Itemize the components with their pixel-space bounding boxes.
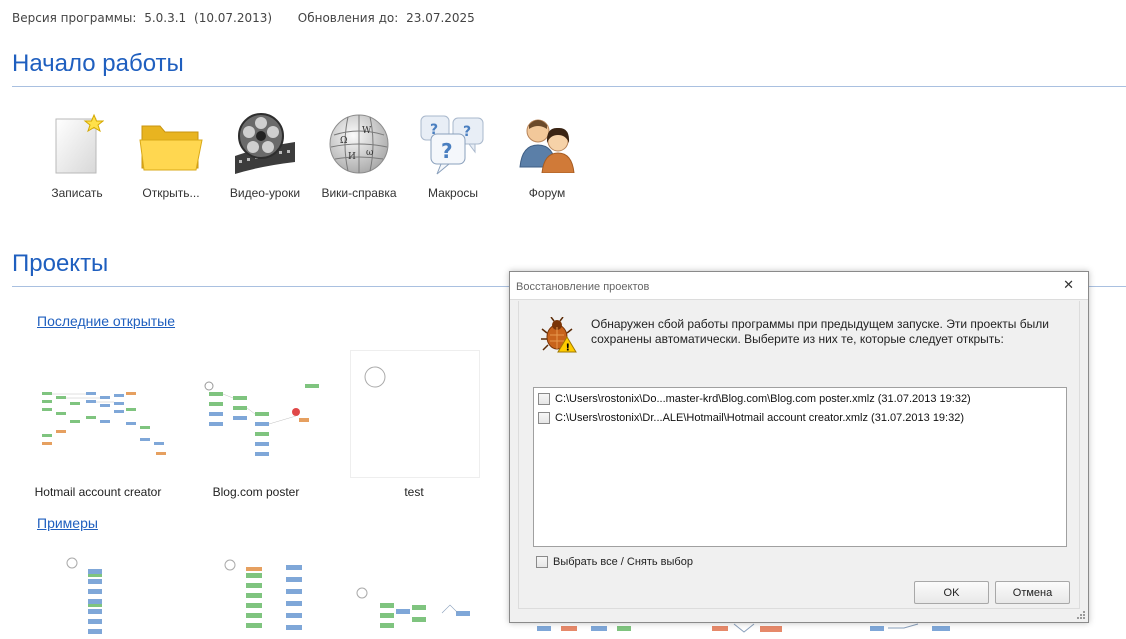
project-diagram-preview [224, 559, 302, 630]
updates-label: Обновления до: [297, 11, 399, 25]
wiki-help-label: Вики-справка [321, 186, 397, 200]
version-label: Версия программы: [12, 11, 137, 25]
svg-text:?: ? [463, 124, 471, 140]
forum-label: Форум [528, 186, 566, 200]
macros-label: Макросы [427, 186, 479, 200]
project-diagram-preview [356, 587, 470, 628]
start-section-title: Начало работы [12, 50, 184, 77]
forum-action[interactable]: Форум [500, 108, 594, 200]
recent-label-blog: Blog.com poster [212, 485, 300, 499]
file-label: C:\Users\rostonix\Do...master-krd\Blog.c… [555, 392, 971, 405]
example-thumb-6[interactable] [868, 622, 1008, 639]
dialog-titlebar[interactable]: Восстановление проектов ✕ [510, 272, 1088, 300]
close-icon[interactable]: ✕ [1063, 279, 1074, 292]
file-checkbox[interactable] [538, 411, 550, 424]
users-icon [519, 119, 575, 173]
project-diagram-preview [712, 623, 782, 633]
question-bubbles-icon: ??? [420, 115, 484, 175]
project-diagram-preview [537, 626, 631, 631]
recovered-file-item[interactable]: C:\Users\rostonix\Dr...ALE\Hotmail\Hotma… [538, 409, 1066, 426]
macros-action[interactable]: ??? Макросы [406, 108, 500, 200]
recent-label-test: test [404, 485, 424, 499]
svg-text:ω: ω [366, 148, 373, 158]
svg-text:W: W [362, 126, 372, 136]
select-all-checkbox[interactable] [536, 556, 548, 568]
dialog-title: Восстановление проектов [516, 281, 650, 293]
updates-value: 23.07.2025 [406, 11, 475, 25]
recent-projects-link[interactable]: Последние открытые [37, 313, 175, 329]
recent-thumb-test[interactable] [350, 350, 480, 478]
video-lessons-label: Видео-уроки [229, 186, 301, 200]
project-diagram-preview [42, 392, 166, 455]
ok-button[interactable]: OK [914, 581, 989, 604]
recovered-files-list: C:\Users\rostonix\Do...master-krd\Blog.c… [533, 387, 1067, 547]
svg-text:!: ! [566, 343, 571, 354]
open-action[interactable]: Открыть... [124, 108, 218, 200]
wiki-help-action[interactable]: Ω WωИ Вики-справка [312, 108, 406, 200]
wikipedia-globe-icon: Ω WωИ [329, 114, 389, 174]
version-date: (10.07.2013) [194, 11, 273, 25]
file-checkbox[interactable] [538, 392, 550, 405]
svg-text:?: ? [430, 122, 438, 138]
folder-icon [139, 125, 203, 171]
svg-text:?: ? [441, 139, 453, 163]
film-reel-icon [235, 113, 295, 174]
recent-thumb-blog[interactable] [193, 372, 333, 492]
dialog-body: ! Обнаружен сбой работы программы при пр… [518, 301, 1080, 609]
svg-text:Ω: Ω [340, 136, 347, 146]
new-document-icon [55, 113, 104, 174]
example-thumb-3[interactable] [352, 583, 492, 639]
record-action[interactable]: Записать [30, 108, 124, 200]
quick-actions: Записать Открыть... Видео-уроки Ω W ω И … [30, 108, 594, 200]
project-diagram-preview [364, 366, 386, 388]
recent-label-hotmail: Hotmail account creator [34, 485, 162, 499]
select-all-toggle[interactable]: Выбрать все / Снять выбор [536, 556, 693, 568]
record-label: Записать [51, 186, 103, 200]
example-thumb-1[interactable] [60, 553, 200, 639]
file-label: C:\Users\rostonix\Dr...ALE\Hotmail\Hotma… [555, 411, 965, 424]
example-thumb-2[interactable] [210, 553, 350, 639]
select-all-label: Выбрать все / Снять выбор [553, 556, 693, 568]
example-thumb-4[interactable] [535, 622, 675, 639]
open-label: Открыть... [142, 186, 200, 200]
examples-link[interactable]: Примеры [37, 515, 98, 531]
version-bar: Версия программы: 5.0.3.1 (10.07.2013) О… [12, 11, 479, 25]
projects-section-title: Проекты [12, 250, 109, 277]
project-diagram-preview [870, 623, 950, 631]
project-diagram-preview [204, 381, 319, 456]
svg-text:И: И [348, 152, 356, 162]
recovered-file-item[interactable]: C:\Users\rostonix\Do...master-krd\Blog.c… [538, 390, 1066, 407]
version-value: 5.0.3.1 [144, 11, 187, 25]
start-divider [12, 86, 1126, 87]
cancel-button[interactable]: Отмена [995, 581, 1070, 604]
video-lessons-action[interactable]: Видео-уроки [218, 108, 312, 200]
recent-thumb-hotmail[interactable] [36, 372, 176, 492]
resize-grip-icon[interactable] [1076, 610, 1086, 620]
project-diagram-preview [66, 557, 102, 634]
recovery-dialog: Восстановление проектов ✕ ! Обнаружен сб… [509, 271, 1089, 623]
dialog-message: Обнаружен сбой работы программы при пред… [591, 317, 1049, 346]
bug-warning-icon: ! [541, 317, 577, 353]
example-thumb-5[interactable] [710, 622, 850, 639]
